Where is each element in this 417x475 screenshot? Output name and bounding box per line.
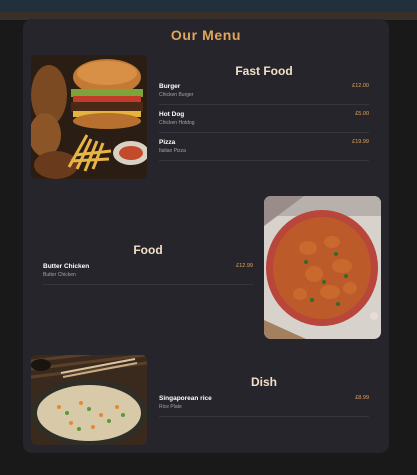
top-bar bbox=[0, 0, 417, 20]
menu-item[interactable]: Singaporean rice Rice Plate £8.99 bbox=[159, 393, 369, 417]
item-name: Butter Chicken bbox=[43, 263, 90, 270]
item-description: Rice Plate bbox=[159, 404, 182, 410]
section-title-fast-food: Fast Food bbox=[235, 64, 293, 78]
item-price: £8.99 bbox=[355, 395, 369, 401]
item-price: £12.99 bbox=[236, 263, 253, 269]
item-price: £19.99 bbox=[352, 139, 369, 145]
item-name: Singaporean rice bbox=[159, 395, 212, 402]
menu-title: Our Menu bbox=[170, 27, 242, 43]
item-description: Chicken Hotdog bbox=[159, 120, 195, 126]
item-description: Italian Pizza bbox=[159, 148, 186, 154]
item-description: Butter Chicken bbox=[43, 272, 76, 278]
menu-card: Our Menu Fast Food Burger Chicken Burger… bbox=[23, 19, 389, 453]
fast-food-photo bbox=[31, 55, 147, 179]
item-name: Hot Dog bbox=[159, 111, 185, 118]
item-name: Burger bbox=[159, 83, 181, 90]
item-description: Chicken Burger bbox=[159, 92, 194, 98]
menu-item[interactable]: Burger Chicken Burger £12.00 bbox=[159, 81, 369, 105]
menu-item[interactable]: Hot Dog Chicken Hotdog £5.00 bbox=[159, 109, 369, 133]
fried-rice-photo bbox=[31, 355, 147, 445]
section-title-food: Food bbox=[133, 243, 163, 257]
item-price: £5.00 bbox=[355, 111, 369, 117]
menu-item[interactable]: Butter Chicken Butter Chicken £12.99 bbox=[43, 261, 253, 285]
section-title-dish: Dish bbox=[250, 375, 277, 389]
item-name: Pizza bbox=[159, 139, 176, 146]
butter-chicken-photo bbox=[264, 196, 381, 339]
menu-item[interactable]: Pizza Italian Pizza £19.99 bbox=[159, 137, 369, 161]
item-price: £12.00 bbox=[352, 83, 369, 89]
